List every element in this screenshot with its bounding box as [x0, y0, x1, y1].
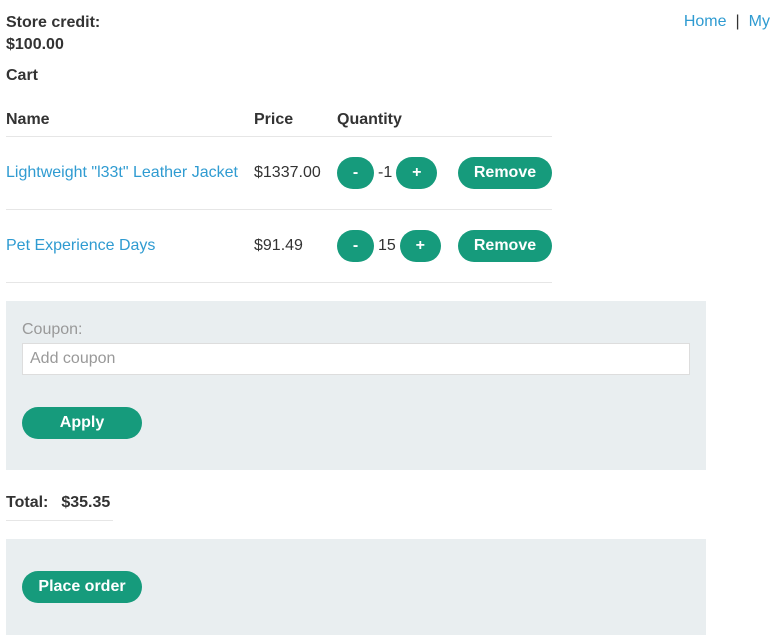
item-name-link[interactable]: Lightweight "l33t" Leather Jacket [6, 164, 238, 181]
store-credit-value: $100.00 [6, 36, 64, 53]
item-quantity-cell: - -1 + [337, 136, 458, 210]
item-name-link[interactable]: Pet Experience Days [6, 237, 155, 254]
increment-button[interactable]: + [399, 230, 441, 262]
quantity-value: -1 [378, 164, 393, 181]
table-row: Lightweight "l33t" Leather Jacket $1337.… [6, 136, 552, 210]
table-header-row: Name Price Quantity [6, 104, 552, 137]
column-header-actions [458, 104, 552, 137]
item-actions-cell: Remove [458, 209, 552, 283]
item-name-cell: Pet Experience Days [6, 209, 254, 283]
remove-button[interactable]: Remove [458, 230, 552, 262]
remove-button[interactable]: Remove [458, 157, 552, 189]
total-label: Total: [6, 494, 49, 511]
decrement-button[interactable]: - [337, 157, 374, 189]
store-credit: Store credit: $100.00 [6, 12, 100, 56]
quantity-stepper: - -1 + [337, 157, 458, 189]
item-price: $1337.00 [254, 136, 337, 210]
nav-my-account-link[interactable]: My [749, 13, 770, 30]
coupon-input[interactable] [22, 343, 690, 375]
quantity-value: 15 [378, 237, 396, 254]
nav-separator: | [735, 13, 740, 30]
table-row: Pet Experience Days $91.49 - 15 + Remove [6, 209, 552, 283]
column-header-quantity: Quantity [337, 104, 458, 137]
item-price: $91.49 [254, 209, 337, 283]
column-header-price: Price [254, 104, 337, 137]
nav-home-link[interactable]: Home [684, 13, 727, 30]
coupon-panel: Coupon: Apply [6, 301, 706, 470]
place-order-button[interactable]: Place order [22, 571, 142, 603]
total-value: $35.35 [61, 494, 111, 511]
place-order-panel: Place order [6, 539, 706, 635]
column-header-name: Name [6, 104, 254, 137]
cart-table: Name Price Quantity Lightweight "l33t" L… [6, 104, 552, 283]
item-actions-cell: Remove [458, 136, 552, 210]
item-name-cell: Lightweight "l33t" Leather Jacket [6, 136, 254, 210]
cart-heading: Cart [6, 67, 39, 84]
quantity-stepper: - 15 + [337, 230, 458, 262]
top-nav: Home | My [684, 12, 770, 32]
coupon-label: Coupon: [22, 321, 83, 338]
order-total: Total: $35.35 [6, 494, 113, 521]
decrement-button[interactable]: - [337, 230, 374, 262]
store-credit-label: Store credit: [6, 14, 101, 31]
cart-page: Store credit: $100.00 Home | My Cart Name … [0, 0, 774, 642]
increment-button[interactable]: + [396, 157, 438, 189]
item-quantity-cell: - 15 + [337, 209, 458, 283]
apply-coupon-button[interactable]: Apply [22, 407, 142, 439]
